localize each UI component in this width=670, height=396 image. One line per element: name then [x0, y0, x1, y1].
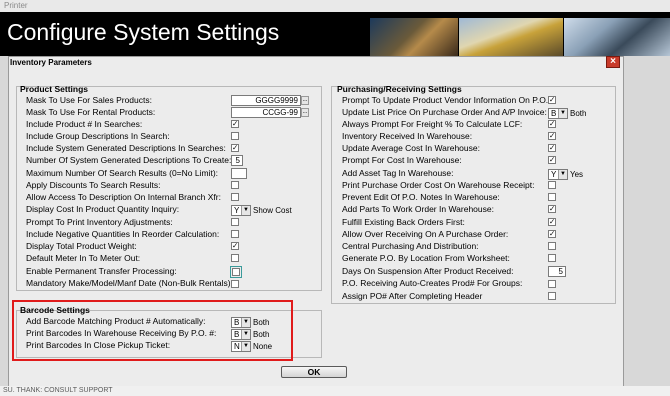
highlight-box — [12, 300, 293, 361]
inventory-received-checkbox[interactable]: ✓ — [548, 132, 556, 140]
print-po-cost-label: Print Purchase Order Cost On Warehouse R… — [342, 180, 535, 190]
update-list-price-value: B — [551, 109, 557, 118]
chevron-down-icon[interactable]: ▼ — [558, 170, 567, 179]
update-list-price-label: Update List Price On Purchase Order And … — [342, 107, 547, 117]
add-asset-tag-select[interactable]: Y ▼ — [548, 169, 568, 180]
include-product-searches-label: Include Product # In Searches: — [26, 119, 143, 129]
max-search-results-label: Maximum Number Of Search Results (0=No L… — [26, 168, 219, 178]
mask-rental-label: Mask To Use For Rental Products: — [26, 107, 156, 117]
status-bar: SU. THANK: CONSULT SUPPORT — [0, 386, 670, 396]
fulfill-back-orders-checkbox[interactable]: ✓ — [548, 218, 556, 226]
include-negative-checkbox[interactable] — [231, 230, 239, 238]
central-purchasing-label: Central Purchasing And Distribution: — [342, 241, 479, 251]
prevent-edit-notes-checkbox[interactable] — [548, 193, 556, 201]
num-system-desc-label: Number Of System Generated Descriptions … — [26, 155, 232, 165]
mask-sales-label: Mask To Use For Sales Products: — [26, 95, 152, 105]
window-title: Printer — [0, 0, 670, 12]
update-average-cost-checkbox[interactable]: ✓ — [548, 144, 556, 152]
enable-transfer-checkbox[interactable] — [230, 266, 242, 278]
po-receiving-auto-checkbox[interactable] — [548, 280, 556, 288]
mandatory-make-checkbox[interactable] — [231, 280, 239, 288]
dialog-title: Inventory Parameters — [10, 58, 92, 67]
prompt-cost-checkbox[interactable]: ✓ — [548, 156, 556, 164]
banner-photo-3 — [564, 18, 670, 56]
display-cost-select[interactable]: Y ▼ — [231, 205, 251, 216]
generate-po-location-label: Generate P.O. By Location From Worksheet… — [342, 253, 510, 263]
assign-po-checkbox[interactable] — [548, 292, 556, 300]
prompt-print-adjust-label: Prompt To Print Inventory Adjustments: — [26, 217, 173, 227]
update-list-price-aside: Both — [570, 109, 587, 118]
inventory-received-label: Inventory Received In Warehouse: — [342, 131, 473, 141]
allow-access-desc-label: Allow Access To Description On Internal … — [26, 192, 221, 202]
product-settings-title: Product Settings — [20, 84, 89, 94]
update-average-cost-label: Update Average Cost In Warehouse: — [342, 143, 480, 153]
display-cost-value: Y — [234, 206, 240, 215]
banner-title: Configure System Settings — [7, 19, 280, 45]
include-product-searches-checkbox[interactable]: ✓ — [231, 120, 239, 128]
prompt-cost-label: Prompt For Cost In Warehouse: — [342, 155, 462, 165]
purchasing-settings-title: Purchasing/Receiving Settings — [337, 84, 462, 94]
display-cost-aside: Show Cost — [253, 206, 292, 215]
print-po-cost-checkbox[interactable] — [548, 181, 556, 189]
always-prompt-freight-label: Always Prompt For Freight % To Calculate… — [342, 119, 523, 129]
fulfill-back-orders-label: Fulfill Existing Back Orders First: — [342, 217, 465, 227]
days-on-suspension-label: Days On Suspension After Product Receive… — [342, 266, 514, 276]
add-asset-tag-aside: Yes — [570, 170, 584, 179]
mask-rental-input[interactable]: CCGG-99 — [231, 107, 301, 118]
add-parts-wo-checkbox[interactable]: ✓ — [548, 205, 556, 213]
allow-over-receiving-checkbox[interactable]: ✓ — [548, 230, 556, 238]
include-negative-label: Include Negative Quantities In Reorder C… — [26, 229, 220, 239]
chevron-down-icon[interactable]: ▼ — [241, 206, 250, 215]
add-asset-tag-value: Y — [551, 170, 557, 179]
display-total-weight-checkbox[interactable]: ✓ — [231, 242, 239, 250]
banner-photo-2 — [459, 18, 563, 56]
apply-discounts-checkbox[interactable] — [231, 181, 239, 189]
num-system-desc-input[interactable]: 5 — [231, 155, 243, 166]
banner-photo-1 — [370, 18, 458, 56]
prompt-print-adjust-checkbox[interactable] — [231, 218, 239, 226]
central-purchasing-checkbox[interactable] — [548, 242, 556, 250]
mandatory-make-label: Mandatory Make/Model/Manf Date (Non-Bulk… — [26, 278, 233, 288]
prompt-update-vendor-checkbox[interactable]: ✓ — [548, 96, 556, 104]
generate-po-location-checkbox[interactable] — [548, 254, 556, 262]
always-prompt-freight-checkbox[interactable]: ✓ — [548, 120, 556, 128]
allow-access-desc-checkbox[interactable] — [231, 193, 239, 201]
close-icon[interactable]: × — [606, 56, 620, 68]
mask-rental-ellipsis-button[interactable]: ... — [301, 108, 309, 117]
max-search-results-input[interactable] — [231, 168, 247, 179]
default-meter-label: Default Meter In To Meter Out: — [26, 253, 141, 263]
update-list-price-select[interactable]: B ▼ — [548, 108, 568, 119]
display-cost-label: Display Cost In Product Quantity Inquiry… — [26, 204, 180, 214]
mask-sales-ellipsis-button[interactable]: ... — [301, 96, 309, 105]
days-on-suspension-input[interactable]: 5 — [548, 266, 566, 277]
prevent-edit-notes-label: Prevent Edit Of P.O. Notes In Warehouse: — [342, 192, 500, 202]
include-group-desc-label: Include Group Descriptions In Search: — [26, 131, 170, 141]
apply-discounts-label: Apply Discounts To Search Results: — [26, 180, 161, 190]
add-asset-tag-label: Add Asset Tag In Warehouse: — [342, 168, 454, 178]
prompt-update-vendor-label: Prompt To Update Product Vendor Informat… — [342, 95, 551, 105]
allow-over-receiving-label: Allow Over Receiving On A Purchase Order… — [342, 229, 509, 239]
mask-sales-input[interactable]: GGGG9999 — [231, 95, 301, 106]
assign-po-label: Assign PO# After Completing Header — [342, 291, 483, 301]
default-meter-checkbox[interactable] — [231, 254, 239, 262]
include-group-desc-checkbox[interactable] — [231, 132, 239, 140]
chevron-down-icon[interactable]: ▼ — [558, 109, 567, 118]
include-system-desc-label: Include System Generated Descriptions In… — [26, 143, 226, 153]
display-total-weight-label: Display Total Product Weight: — [26, 241, 137, 251]
include-system-desc-checkbox[interactable]: ✓ — [231, 144, 239, 152]
add-parts-wo-label: Add Parts To Work Order In Warehouse: — [342, 204, 494, 214]
po-receiving-auto-label: P.O. Receiving Auto-Creates Prod# For Gr… — [342, 278, 523, 288]
ok-button[interactable]: OK — [281, 366, 347, 378]
enable-transfer-label: Enable Permanent Transfer Processing: — [26, 266, 177, 276]
